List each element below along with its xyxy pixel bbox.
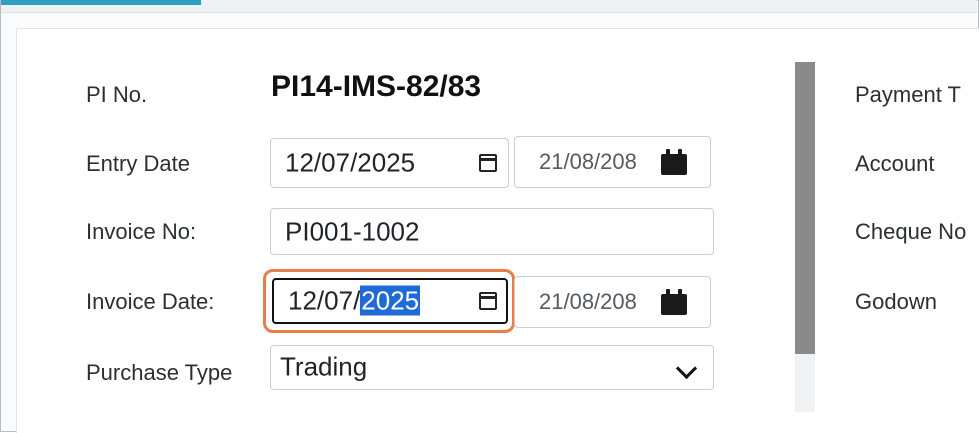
calendar-solid-icon[interactable] xyxy=(661,289,687,315)
active-tab-indicator[interactable] xyxy=(1,0,201,5)
cheque-no-label: Cheque No xyxy=(855,219,967,244)
invoice-date-alt-value: 21/08/208 xyxy=(539,289,637,314)
pi-no-value: PI14-IMS-82/83 xyxy=(271,70,482,103)
entry-date-input[interactable]: 12/07/2025 xyxy=(270,138,509,188)
focus-highlight xyxy=(263,269,515,333)
purchase-type-value: Trading xyxy=(280,351,368,382)
invoice-no-input[interactable]: PI001-1002 xyxy=(270,208,714,255)
invoice-no-value: PI001-1002 xyxy=(285,216,420,246)
scrollbar-thumb[interactable] xyxy=(795,62,815,354)
invoice-date-alt-input[interactable]: 21/08/208 xyxy=(514,276,711,328)
entry-date-value: 12/07/2025 xyxy=(285,147,416,178)
invoice-date-label: Invoice Date: xyxy=(86,289,215,314)
entry-date-label: Entry Date xyxy=(86,151,190,176)
invoice-no-label: Invoice No: xyxy=(86,219,197,244)
calendar-icon[interactable] xyxy=(479,154,497,172)
account-label: Account xyxy=(855,151,935,176)
godown-label: Godown xyxy=(855,289,937,314)
entry-date-alt-value: 21/08/208 xyxy=(539,149,637,174)
purchase-type-select[interactable]: Trading xyxy=(270,345,714,390)
entry-date-alt-input[interactable]: 21/08/208 xyxy=(514,136,711,188)
pi-no-label: PI No. xyxy=(86,82,148,107)
calendar-solid-icon[interactable] xyxy=(661,149,687,175)
payment-label: Payment T xyxy=(855,82,961,107)
purchase-type-label: Purchase Type xyxy=(86,360,233,385)
